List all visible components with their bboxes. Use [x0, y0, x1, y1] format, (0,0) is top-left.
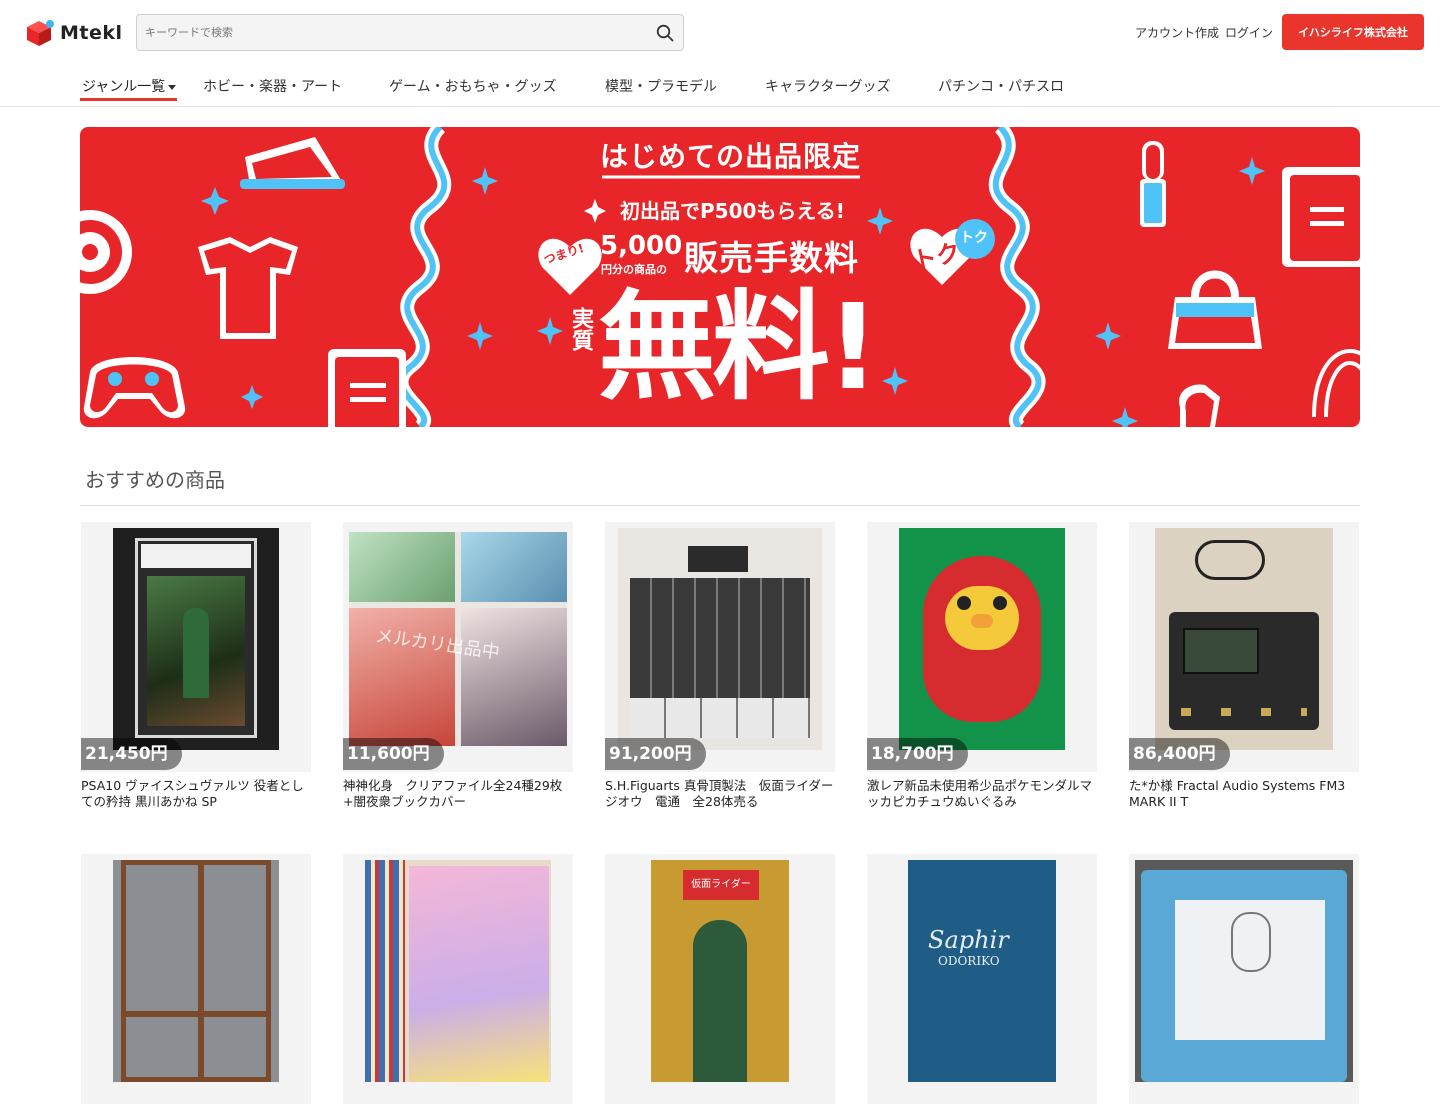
product-thumbnail[interactable]: 86,400円 [1129, 522, 1359, 772]
product-thumbnail[interactable] [1129, 854, 1359, 1104]
product-title[interactable]: た*か様 Fractal Audio Systems FM3 MARK II T [1129, 778, 1359, 810]
nav-genre-list[interactable]: ジャンル一覧 [82, 76, 177, 96]
price-tag: 18,700円 [867, 738, 968, 770]
nav-hobby[interactable]: ホビー・楽器・アート [203, 76, 342, 96]
product-image: 仮面ライダー [651, 860, 789, 1082]
product-thumbnail[interactable]: 91,200円 [605, 522, 835, 772]
search-input[interactable] [145, 15, 645, 50]
brand-subtext: ODORIKO [938, 954, 1000, 968]
banner-free: 無料! [598, 278, 880, 416]
banner-subline: 初出品でP500もらえる! [620, 199, 845, 223]
search-icon [656, 24, 674, 42]
product-title[interactable]: 激レア新品未使用希少品ポケモンダルマッカピカチュウぬいぐるみ [867, 778, 1097, 810]
banner-jisshitsu: 実質 [568, 307, 593, 351]
product-image: Saphir ODORIKO [908, 860, 1056, 1082]
caret-down-icon [168, 84, 177, 90]
product-title[interactable]: PSA10 ヴァイスシュヴァルツ 役者としての矜持 黒川あかね SP [81, 778, 311, 810]
price-tag: 11,600円 [343, 738, 444, 770]
product-thumbnail[interactable]: Saphir ODORIKO [867, 854, 1097, 1104]
login-link[interactable]: ログイン [1225, 24, 1273, 41]
account-create-link[interactable]: アカウント作成 [1135, 24, 1219, 41]
category-nav: ジャンル一覧 ホビー・楽器・アート ゲーム・おもちゃ・グッズ 模型・プラモデル … [0, 64, 1440, 107]
product-image [113, 860, 279, 1082]
product-image [899, 528, 1065, 750]
product-image [618, 528, 822, 750]
nav-genre-list-label: ジャンル一覧 [82, 79, 166, 95]
logo-box-icon [24, 18, 54, 48]
banner-fee: 販売手数料 [684, 239, 859, 279]
product-thumbnail[interactable]: 21,450円 [81, 522, 311, 772]
price-tag: 86,400円 [1129, 738, 1230, 770]
price-tag: 21,450円 [81, 738, 182, 770]
header: Mtekl アカウント作成 ログイン イハシライフ株式会社 [0, 0, 1440, 64]
product-thumbnail[interactable] [343, 854, 573, 1104]
banner-toku-small: トク [960, 230, 988, 246]
price-tag: 91,200円 [605, 738, 706, 770]
section-title: おすすめの商品 [85, 468, 225, 492]
brand-text: Saphir [928, 926, 1009, 954]
product-image [365, 860, 551, 1082]
product-thumbnail[interactable]: 18,700円 [867, 522, 1097, 772]
package-label: 仮面ライダー [683, 870, 759, 900]
company-button[interactable]: イハシライフ株式会社 [1282, 14, 1424, 50]
nav-game-toys[interactable]: ゲーム・おもちゃ・グッズ [389, 76, 557, 96]
product-thumbnail[interactable]: メルカリ出品中 11,600円 [343, 522, 573, 772]
product-title[interactable]: 神神化身 クリアファイル全24種29枚+闇夜衆ブックカバー [343, 778, 573, 810]
banner-headline: はじめての出品限定 [600, 140, 862, 173]
logo-text: Mtekl [60, 22, 123, 44]
section-divider [80, 505, 1360, 506]
nav-model[interactable]: 模型・プラモデル [605, 76, 717, 96]
nav-active-indicator [80, 98, 177, 101]
search-button[interactable] [653, 21, 677, 45]
banner-amount-note: 円分の商品の [601, 263, 667, 276]
product-thumbnail[interactable]: 仮面ライダー [605, 854, 835, 1104]
promo-banner[interactable]: はじめての出品限定 初出品でP500もらえる! つまり! 5,000 円分の商品… [80, 127, 1360, 427]
product-image [113, 528, 279, 750]
banner-amount: 5,000 [600, 231, 683, 261]
nav-pachinko[interactable]: パチンコ・パチスロ [938, 76, 1064, 96]
product-title[interactable]: S.H.Figuarts 真骨頂製法 仮面ライダージオウ 電通 全28体売る [605, 778, 835, 810]
search-bar [136, 14, 684, 51]
product-image: メルカリ出品中 [349, 532, 567, 746]
product-image [1155, 528, 1333, 750]
product-image [1135, 860, 1353, 1082]
product-thumbnail[interactable] [81, 854, 311, 1104]
site-logo[interactable]: Mtekl [24, 18, 123, 48]
nav-character[interactable]: キャラクターグッズ [765, 76, 890, 96]
